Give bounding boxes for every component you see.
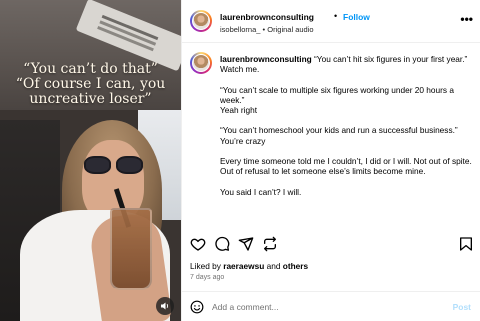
caption-line: “You can’t scale to multiple six figures… [220,84,454,105]
video-caption-line: “You can’t do that” [23,61,158,77]
avatar[interactable] [190,52,212,74]
avatar[interactable] [190,10,212,32]
more-options-icon[interactable]: ••• [460,13,473,25]
repost-icon[interactable] [262,236,278,252]
username-link[interactable]: laurenbrownconsulting [220,12,314,22]
separator-dot: • [334,11,338,21]
caption-line: You’re crazy [220,135,266,146]
comment-input[interactable] [212,298,432,316]
caption-line: Watch me. [220,64,260,75]
likes-prefix: Liked by [190,261,221,271]
post-timestamp[interactable]: 7 days ago [190,274,224,281]
post-comment-button[interactable]: Post [453,302,471,312]
caption-line: “You can’t hit six figures in your first… [314,54,468,64]
caption-line: You said I can’t? I will. [220,186,302,197]
heart-icon[interactable] [190,236,206,252]
caption-line: Every time someone told me I couldn’t, I… [220,156,472,177]
post-side-panel: laurenbrownconsulting • Follow isobellor… [181,0,480,321]
audio-attribution: isobellorna_ • Original audio [220,25,314,34]
video-caption-overlay: “You can’t do that” “Of course I can, yo… [0,62,181,107]
bookmark-icon[interactable] [458,236,474,252]
post-caption: laurenbrownconsulting “You can’t hit six… [220,54,474,207]
emoji-icon[interactable] [190,300,204,314]
caption-line: “You can’t homeschool your kids and run … [220,125,458,136]
video-caption-line: “Of course I can, you [15,76,166,92]
post-header: laurenbrownconsulting • Follow isobellor… [182,0,480,43]
sunglasses [84,156,144,174]
caption-section: laurenbrownconsulting “You can’t hit six… [182,44,480,230]
video-caption-line: uncreative loser” [29,91,152,107]
audio-user-link[interactable]: isobellorna_ [220,25,260,34]
post-video[interactable]: “You can’t do that” “Of course I can, yo… [0,0,181,321]
instagram-post: “You can’t do that” “Of course I can, yo… [0,0,480,321]
caption-username-link[interactable]: laurenbrownconsulting [220,54,312,64]
others-link[interactable]: others [283,261,308,271]
share-icon[interactable] [238,236,254,252]
caption-line: Yeah right [220,105,258,116]
action-bar [182,232,480,258]
separator-dot: • [262,25,266,34]
iced-coffee-cup [110,208,152,290]
comment-icon[interactable] [214,236,230,252]
follow-button[interactable]: Follow [343,12,370,22]
speaker-icon [161,302,169,310]
add-comment-bar: Post [182,291,480,321]
liker-username-link[interactable]: raeraewsu [223,261,264,271]
mute-toggle-button[interactable] [156,297,174,315]
original-audio-link[interactable]: Original audio [267,25,313,34]
likes-summary: Liked by raeraewsu and others [190,261,308,271]
likes-middle: and [266,261,281,271]
